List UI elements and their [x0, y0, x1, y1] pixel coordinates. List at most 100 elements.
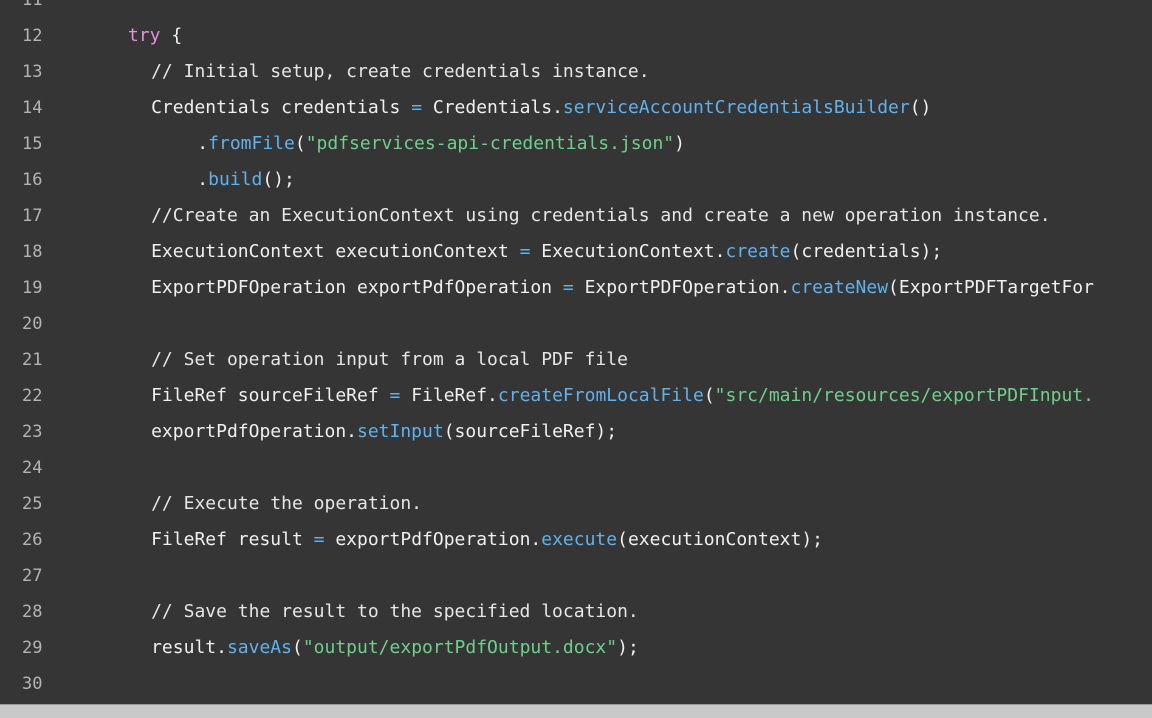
code-token-string: "pdfservices-api-credentials.json"	[305, 133, 675, 154]
code-token-text: (	[294, 133, 306, 154]
code-line[interactable]: 30	[0, 666, 1152, 702]
code-line[interactable]: 17 //Create an ExecutionContext using cre…	[0, 198, 1152, 234]
code-line[interactable]: 20	[0, 306, 1152, 342]
code-token-text: (ExportPDFTargetFor	[888, 277, 1094, 298]
code-token-text: Credentials credentials	[151, 97, 412, 118]
code-text: .build();	[197, 162, 295, 198]
code-token-text: result.	[151, 637, 227, 658]
code-line[interactable]: 26 FileRef result = exportPdfOperation.ex…	[0, 522, 1152, 558]
code-token-text: ExecutionContext.	[530, 241, 726, 262]
code-text: FileRef result = exportPdfOperation.exec…	[151, 522, 823, 558]
code-token-text: FileRef sourceFileRef	[151, 385, 390, 406]
code-editor[interactable]: 11 12 try { 13 // Initial setup, create cred…	[0, 0, 1152, 718]
line-number: 16	[22, 170, 43, 190]
line-number: 14	[22, 98, 43, 118]
code-token-method: createFromLocalFile	[497, 385, 704, 406]
code-token-comment: // Execute the operation.	[151, 493, 423, 514]
code-token-text: );	[617, 637, 639, 658]
line-number: 28	[22, 602, 43, 622]
code-line[interactable]: 29 result.saveAs("output/exportPdfOutput.…	[0, 630, 1152, 666]
code-line[interactable]: 12 try {	[0, 18, 1152, 54]
code-token-operator: =	[389, 385, 401, 406]
code-text: // Save the result to the specified loca…	[151, 594, 639, 630]
code-line[interactable]: 14 Credentials credentials = Credentials.…	[0, 90, 1152, 126]
code-text: // Set operation input from a local PDF …	[151, 342, 628, 378]
code-token-text: ExecutionContext executionContext	[151, 241, 520, 262]
code-token-string: "src/main/resources/exportPDFInput.	[714, 385, 1094, 406]
line-number: 19	[22, 278, 43, 298]
code-line[interactable]: 15 .fromFile("pdfservices-api-credentials…	[0, 126, 1152, 162]
code-token-operator: =	[313, 529, 325, 550]
code-token-text: ();	[262, 169, 295, 190]
code-line[interactable]: 22 FileRef sourceFileRef = FileRef.create…	[0, 378, 1152, 414]
code-token-text: FileRef result	[151, 529, 314, 550]
code-token-method: createNew	[790, 277, 889, 298]
line-number: 29	[22, 638, 43, 658]
code-line[interactable]: 19 ExportPDFOperation exportPdfOperation …	[0, 270, 1152, 306]
code-token-comment: // Save the result to the specified loca…	[151, 601, 639, 622]
code-line[interactable]: 16 .build();	[0, 162, 1152, 198]
code-token-method: build	[208, 169, 263, 190]
code-line[interactable]: 25 // Execute the operation.	[0, 486, 1152, 522]
code-line[interactable]: 28 // Save the result to the specified lo…	[0, 594, 1152, 630]
line-number: 30	[22, 674, 43, 694]
line-number: 22	[22, 386, 43, 406]
code-token-string: "output/exportPdfOutput.docx"	[302, 637, 618, 658]
code-token-text: (credentials);	[790, 241, 943, 262]
line-number: 27	[22, 566, 43, 586]
code-token-text: exportPdfOperation.	[324, 529, 542, 550]
line-number: 21	[22, 350, 43, 370]
line-number: 18	[22, 242, 43, 262]
code-line[interactable]: 18 ExecutionContext executionContext = Ex…	[0, 234, 1152, 270]
code-token-text: (sourceFileRef);	[443, 421, 618, 442]
line-number: 26	[22, 530, 43, 550]
code-token-keyword: try	[128, 25, 161, 46]
code-token-text: FileRef.	[400, 385, 498, 406]
code-token-method: setInput	[357, 421, 444, 442]
code-token-operator: =	[411, 97, 423, 118]
line-number: 17	[22, 206, 43, 226]
code-text: Credentials credentials = Credentials.se…	[151, 90, 931, 126]
code-text: result.saveAs("output/exportPdfOutput.do…	[151, 630, 639, 666]
code-text: exportPdfOperation.setInput(sourceFileRe…	[151, 414, 617, 450]
code-token-text: .	[197, 133, 209, 154]
code-text: ExportPDFOperation exportPdfOperation = …	[151, 270, 1094, 306]
code-text: // Execute the operation.	[151, 486, 422, 522]
horizontal-scrollbar[interactable]	[0, 704, 1152, 718]
code-line[interactable]: 11	[0, 0, 1152, 18]
code-text: .fromFile("pdfservices-api-credentials.j…	[197, 126, 685, 162]
code-line[interactable]: 13 // Initial setup, create credentials i…	[0, 54, 1152, 90]
line-number: 15	[22, 134, 43, 154]
code-token-text: )	[674, 133, 685, 154]
code-token-comment: //Create an ExecutionContext using crede…	[151, 205, 1051, 226]
line-number: 24	[22, 458, 43, 478]
code-text: ExecutionContext executionContext = Exec…	[151, 234, 942, 270]
code-token-comment: // Initial setup, create credentials ins…	[151, 61, 650, 82]
code-token-method: serviceAccountCredentialsBuilder	[562, 97, 910, 118]
code-line[interactable]: 24	[0, 450, 1152, 486]
code-area[interactable]: 11 12 try { 13 // Initial setup, create cred…	[0, 0, 1152, 702]
code-text: try {	[128, 18, 182, 54]
code-token-method: execute	[541, 529, 618, 550]
code-token-method: saveAs	[226, 637, 292, 658]
code-token-text: .	[197, 169, 209, 190]
code-token-comment: // Set operation input from a local PDF …	[151, 349, 628, 370]
code-line[interactable]: 27	[0, 558, 1152, 594]
code-token-text: exportPdfOperation.	[151, 421, 357, 442]
code-token-text: ()	[909, 97, 932, 118]
code-token-text: Credentials.	[422, 97, 563, 118]
code-token-method: create	[725, 241, 791, 262]
code-line[interactable]: 21 // Set operation input from a local PD…	[0, 342, 1152, 378]
code-token-operator: =	[562, 277, 574, 298]
code-token-text: (	[291, 637, 303, 658]
line-number: 25	[22, 494, 43, 514]
code-token-text: ExportPDFOperation exportPdfOperation	[151, 277, 563, 298]
line-number: 13	[22, 62, 43, 82]
code-line[interactable]: 23 exportPdfOperation.setInput(sourceFile…	[0, 414, 1152, 450]
line-number: 23	[22, 422, 43, 442]
line-number: 20	[22, 314, 43, 334]
line-number: 12	[22, 26, 43, 46]
code-token-method: fromFile	[208, 133, 295, 154]
code-token-operator: =	[519, 241, 531, 262]
line-number: 11	[22, 0, 43, 10]
